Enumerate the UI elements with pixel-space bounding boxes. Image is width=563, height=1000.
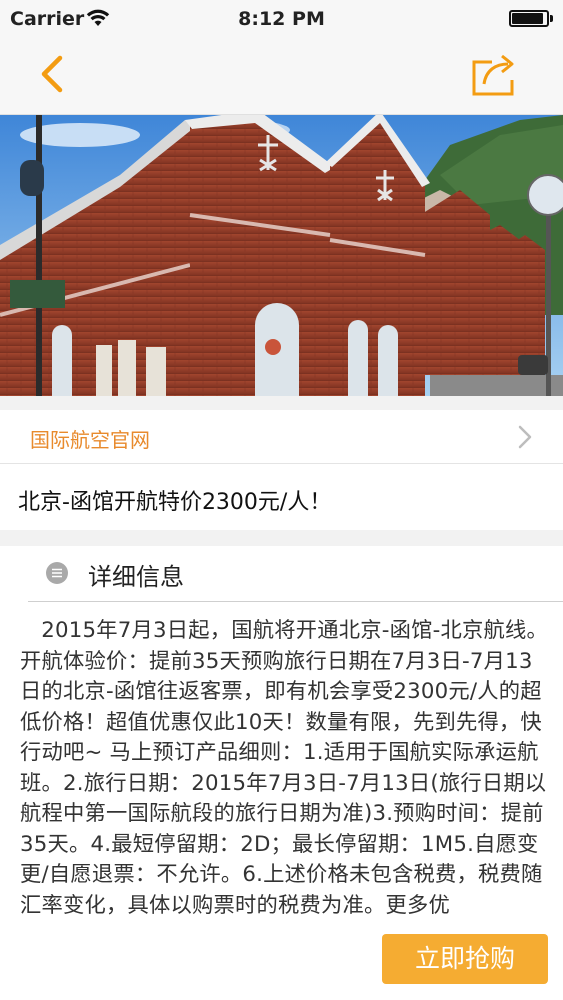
chevron-right-icon bbox=[518, 425, 532, 449]
detail-header: 详细信息 bbox=[28, 546, 563, 602]
buy-now-button[interactable]: 立即抢购 bbox=[382, 934, 548, 984]
clock: 8:12 PM bbox=[238, 8, 325, 30]
list-icon bbox=[46, 562, 68, 584]
navigation-bar bbox=[0, 40, 563, 115]
battery-icon bbox=[509, 10, 549, 27]
share-icon[interactable] bbox=[470, 50, 522, 98]
airline-name: 国际航空官网 bbox=[30, 428, 150, 452]
deal-title-card: 北京-函馆开航特价2300元/人！ bbox=[0, 464, 563, 530]
battery-tip bbox=[550, 15, 553, 22]
detail-title: 详细信息 bbox=[88, 563, 184, 591]
status-bar: Carrier 8:12 PM bbox=[0, 0, 563, 40]
battery-level bbox=[512, 13, 543, 24]
deal-title: 北京-函馆开航特价2300元/人！ bbox=[18, 490, 332, 515]
detail-section: 详细信息 2015年7月3日起，国航将开通北京-函馆-北京航线。开航体验价：提前… bbox=[0, 546, 563, 1000]
hero-image bbox=[0, 115, 563, 396]
airline-link-row[interactable]: 国际航空官网 bbox=[0, 410, 563, 464]
detail-body-text: 2015年7月3日起，国航将开通北京-函馆-北京航线。开航体验价：提前35天预购… bbox=[20, 618, 549, 918]
chevron-left-icon[interactable] bbox=[34, 54, 74, 94]
